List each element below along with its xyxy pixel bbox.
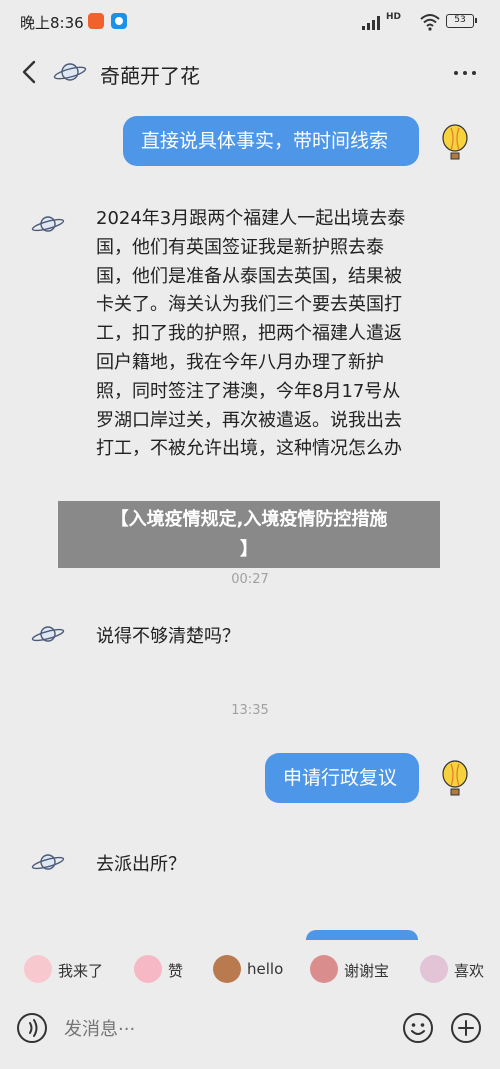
cartoon-cat-icon — [310, 955, 338, 983]
emoji-icon[interactable] — [402, 1012, 434, 1044]
cartoon-bunny-icon — [420, 955, 448, 983]
bot-message-text: 去派出所？ — [96, 854, 186, 875]
planet-avatar-icon — [31, 216, 65, 232]
overlay-banner: 【入境疫情规定,入境疫情防控措施 】 — [58, 501, 440, 568]
cartoon-monkey-icon — [213, 955, 241, 983]
wifi-icon — [420, 14, 440, 31]
overlay-title-line-2: 】 — [240, 539, 258, 560]
message-input[interactable] — [62, 1008, 386, 1050]
bot-message-text: 说得不够清楚吗？ — [96, 626, 240, 647]
quick-reply-label: 谢谢宝 — [344, 962, 390, 980]
quick-reply-label: hello — [247, 960, 284, 978]
cartoon-thumbs-up-icon — [134, 955, 162, 983]
bot-message-text: 2024年3月跟两个福建人一起出境去泰国，他们有英国签证我是新护照去泰国，他们是… — [96, 208, 406, 460]
timestamp: 13:35 — [231, 703, 269, 718]
balloon-avatar-icon — [442, 760, 468, 796]
planet-avatar-icon[interactable] — [52, 58, 88, 86]
voice-input-icon[interactable] — [16, 1012, 48, 1044]
quick-reply-label: 赞 — [168, 962, 184, 980]
quick-reply-bar: 我来了 赞 hello 谢谢宝 喜欢 — [0, 945, 500, 995]
planet-avatar-icon — [31, 626, 65, 642]
quick-reply-label: 我来了 — [58, 962, 104, 980]
overlay-title-line-1: 【入境疫情规定,入境疫情防控措施 — [110, 509, 388, 530]
chat-title: 奇葩开了花 — [100, 64, 200, 88]
balloon-avatar-icon — [442, 124, 468, 160]
signal-icon — [362, 16, 384, 30]
planet-avatar-icon — [31, 854, 65, 870]
user-message-bubble-partial — [306, 930, 418, 940]
app-notification-icon — [88, 13, 104, 29]
app-notification-icon-2 — [111, 13, 127, 29]
battery-icon: 53 — [446, 14, 477, 28]
user-message-bubble: 申请行政复议 — [265, 753, 419, 803]
more-options-icon[interactable] — [450, 60, 480, 84]
plus-icon[interactable] — [450, 1012, 482, 1044]
cartoon-face-icon — [24, 955, 52, 983]
quick-reply-label: 喜欢 — [454, 962, 485, 980]
input-bar — [0, 1000, 500, 1069]
network-type: HD — [386, 12, 402, 22]
chat-header: 奇葩开了花 — [0, 44, 500, 100]
user-message-bubble: 直接说具体事实，带时间线索 — [123, 116, 419, 166]
back-arrow-icon[interactable] — [18, 58, 42, 86]
status-bar: 晚上8:36 HD 53 — [0, 0, 500, 44]
timestamp: 00:27 — [231, 572, 269, 587]
status-time: 晚上8:36 — [20, 14, 84, 32]
